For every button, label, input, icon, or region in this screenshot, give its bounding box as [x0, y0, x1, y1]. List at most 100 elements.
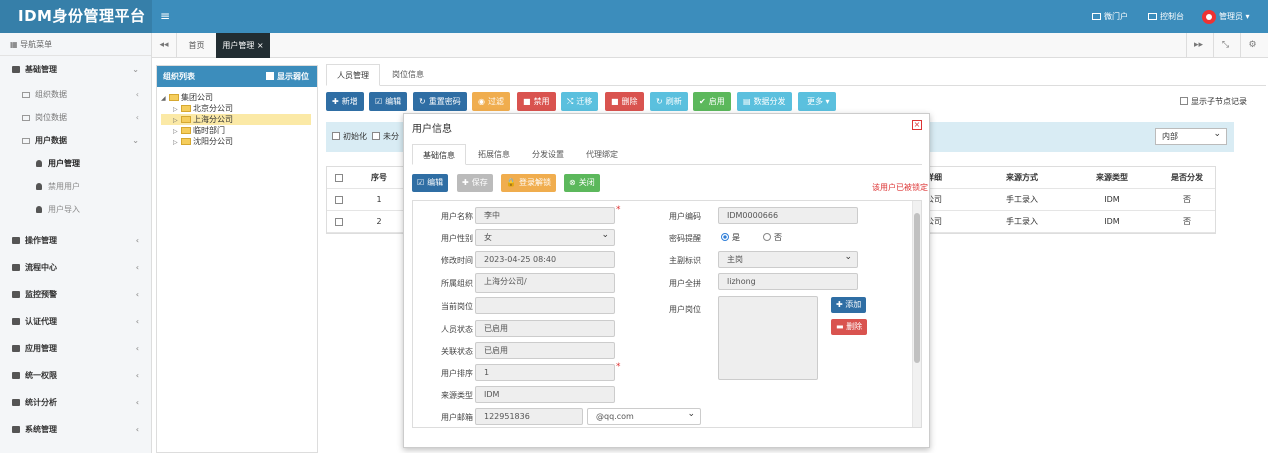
org-field[interactable]: 上海分公司/ [475, 273, 615, 293]
dialog-button-label: 编辑 [427, 178, 444, 187]
pin-icon [36, 160, 42, 167]
order-field[interactable]: 1 [475, 364, 615, 381]
pwd-remind-yes-radio[interactable]: 是 [721, 232, 740, 243]
col-header: 序号 [371, 173, 387, 182]
filter-undistributed-checkbox[interactable]: 未分 [372, 131, 399, 142]
sidebar-item-workflow[interactable]: 流程中心 ‹ [0, 254, 151, 281]
toolbar-button-icon: ⤭ [567, 97, 574, 106]
toolbar-button[interactable]: ↻ 刷新 [650, 92, 688, 111]
email-field[interactable]: 122951836 [475, 408, 583, 425]
toolbar-button-label: 禁用 [533, 97, 550, 106]
email-domain-select[interactable]: @qq.com [587, 407, 701, 425]
sidebar-item-basic[interactable]: 基础管理 ⌄ [0, 56, 151, 83]
delete-position-button[interactable]: ▬ 删除 [831, 319, 868, 335]
pinyin-field[interactable]: lizhong [718, 273, 858, 290]
label-source: 来源类型 [441, 391, 473, 400]
chart-icon [12, 399, 20, 406]
folder-icon [22, 115, 30, 121]
eye-icon [12, 291, 20, 298]
select-all-checkbox[interactable] [333, 167, 347, 189]
scope-select[interactable]: 内部 [1155, 127, 1227, 145]
tree-node[interactable]: ▷ 临时部门 [161, 125, 317, 136]
toolbar-button[interactable]: ☑ 编辑 [369, 92, 408, 111]
tree-node[interactable]: ▷ 沈阳分公司 [161, 136, 317, 147]
settings-gear-icon[interactable]: ⚙ [1240, 33, 1264, 58]
toolbar-button[interactable]: ■ 禁用 [517, 92, 556, 111]
sidebar-item-monitor[interactable]: 监控预警 ‹ [0, 281, 151, 308]
sidebar-leaf-user-import[interactable]: 用户导入 [0, 198, 151, 221]
tab-personnel[interactable]: 人员管理 [326, 64, 380, 86]
tab-position-info[interactable]: 岗位信息 [382, 64, 434, 86]
gender-select[interactable]: 女 [475, 228, 615, 246]
toolbar-button[interactable]: ▤ 数据分发 [737, 92, 792, 111]
user-position-listbox[interactable] [718, 296, 818, 380]
toolbar-button-label: 启用 [708, 97, 725, 106]
row-checkbox[interactable] [333, 189, 347, 211]
tab-extended-info[interactable]: 拓展信息 [468, 144, 520, 165]
toolbar-button[interactable]: ⤭ 迁移 [561, 92, 599, 111]
menu-toggle-icon[interactable]: ≡ [158, 0, 172, 33]
sidebar-sub-org[interactable]: 组织数据 ‹ [0, 83, 151, 106]
toolbar-button[interactable]: 更多 ▾ [798, 92, 836, 111]
show-child-checkbox[interactable]: 显示子节点记录 [1180, 96, 1247, 107]
app-logo: IDM身份管理平台 [0, 0, 152, 33]
tab-prev-icon[interactable]: ◂◂ [152, 33, 176, 58]
main-flag-select[interactable]: 主岗 [718, 250, 858, 268]
folder-icon [181, 116, 191, 123]
sidebar-item-permissions[interactable]: 统一权限 ‹ [0, 362, 151, 389]
dialog-button-label: 保存 [471, 178, 488, 187]
fullscreen-icon[interactable]: ⤡ [1213, 33, 1237, 58]
dialog-button[interactable]: ✚ 保存 [457, 174, 493, 192]
user-info-dialog: 用户信息 × 基础信息 拓展信息 分发设置 代理绑定 ☑ 编辑 ✚ 保存 🔒 登录解锁 ⊗ 关… [403, 113, 930, 448]
tree-node-selected[interactable]: ▷ 上海分公司 [161, 114, 311, 125]
toolbar-button[interactable]: ✔ 启用 [693, 92, 731, 111]
sidebar-leaf-user-manage[interactable]: 用户管理 [0, 152, 151, 175]
toolbar-button[interactable]: ↻ 重置密码 [413, 92, 467, 111]
name-field[interactable]: 李中 [475, 207, 615, 224]
add-position-button[interactable]: ✚ 添加 [831, 297, 867, 313]
sidebar-item-system[interactable]: 系统管理 ‹ [0, 416, 151, 443]
toolbar-button[interactable]: ■ 删除 [605, 92, 644, 111]
tab-home[interactable]: 首页 [176, 33, 216, 58]
tab-next-icon[interactable]: ▸▸ [1186, 33, 1210, 58]
filter-init-checkbox[interactable]: 初始化 [332, 131, 367, 142]
tab-basic-info[interactable]: 基础信息 [412, 144, 466, 165]
console-link[interactable]: 控制台 [1148, 0, 1184, 33]
show-disabled-checkbox[interactable]: 显示弱位 [266, 66, 309, 87]
tab-proxy-binding[interactable]: 代理绑定 [576, 144, 628, 165]
dialog-button[interactable]: ☑ 编辑 [412, 174, 449, 192]
sidebar-item-operation[interactable]: 操作管理 ‹ [0, 227, 151, 254]
pin-icon [36, 183, 42, 190]
chevron-left-icon: ‹ [135, 263, 139, 272]
pwd-remind-no-radio[interactable]: 否 [763, 232, 782, 243]
close-icon[interactable]: × [912, 120, 922, 130]
source-type-field: IDM [475, 386, 615, 403]
sidebar-leaf-disabled-users[interactable]: 禁用用户 [0, 175, 151, 198]
tree-node[interactable]: ▷ 北京分公司 [161, 103, 317, 114]
form-scrollbar[interactable] [912, 201, 921, 427]
sidebar-item-auth-proxy[interactable]: 认证代理 ‹ [0, 308, 151, 335]
required-mark: * [616, 205, 621, 215]
tab-distribution[interactable]: 分发设置 [522, 144, 574, 165]
sidebar-sub-user[interactable]: 用户数据 ⌄ [0, 129, 151, 152]
label-code: 用户编码 [669, 212, 701, 221]
label-pwd-remind: 密码提醒 [669, 234, 701, 243]
portal-link[interactable]: 微门户 [1092, 0, 1128, 33]
tab-user-manage[interactable]: 用户管理 × [216, 33, 270, 58]
dialog-button[interactable]: ⊗ 关闭 [564, 174, 600, 192]
tree-node-root[interactable]: ◢ 集团公司 [161, 92, 317, 103]
sidebar-item-stats[interactable]: 统计分析 ‹ [0, 389, 151, 416]
sidebar-item-apps[interactable]: 应用管理 ‹ [0, 335, 151, 362]
toolbar-button[interactable]: ✚ 新增 [326, 92, 364, 111]
chevron-down-icon: ⌄ [132, 136, 139, 145]
user-menu[interactable]: 管理员 ▾ [1202, 0, 1250, 33]
toolbar-button[interactable]: ◉ 过滤 [472, 92, 510, 111]
dialog-button[interactable]: 🔒 登录解锁 [501, 174, 556, 192]
chevron-left-icon: ‹ [135, 371, 139, 380]
sidebar-sub-position[interactable]: 岗位数据 ‹ [0, 106, 151, 129]
content-tabs: 人员管理 岗位信息 [326, 64, 1266, 86]
scrollbar-thumb[interactable] [914, 213, 920, 363]
chevron-left-icon: ‹ [135, 236, 139, 245]
row-checkbox[interactable] [333, 211, 347, 233]
operation-icon [12, 237, 20, 244]
